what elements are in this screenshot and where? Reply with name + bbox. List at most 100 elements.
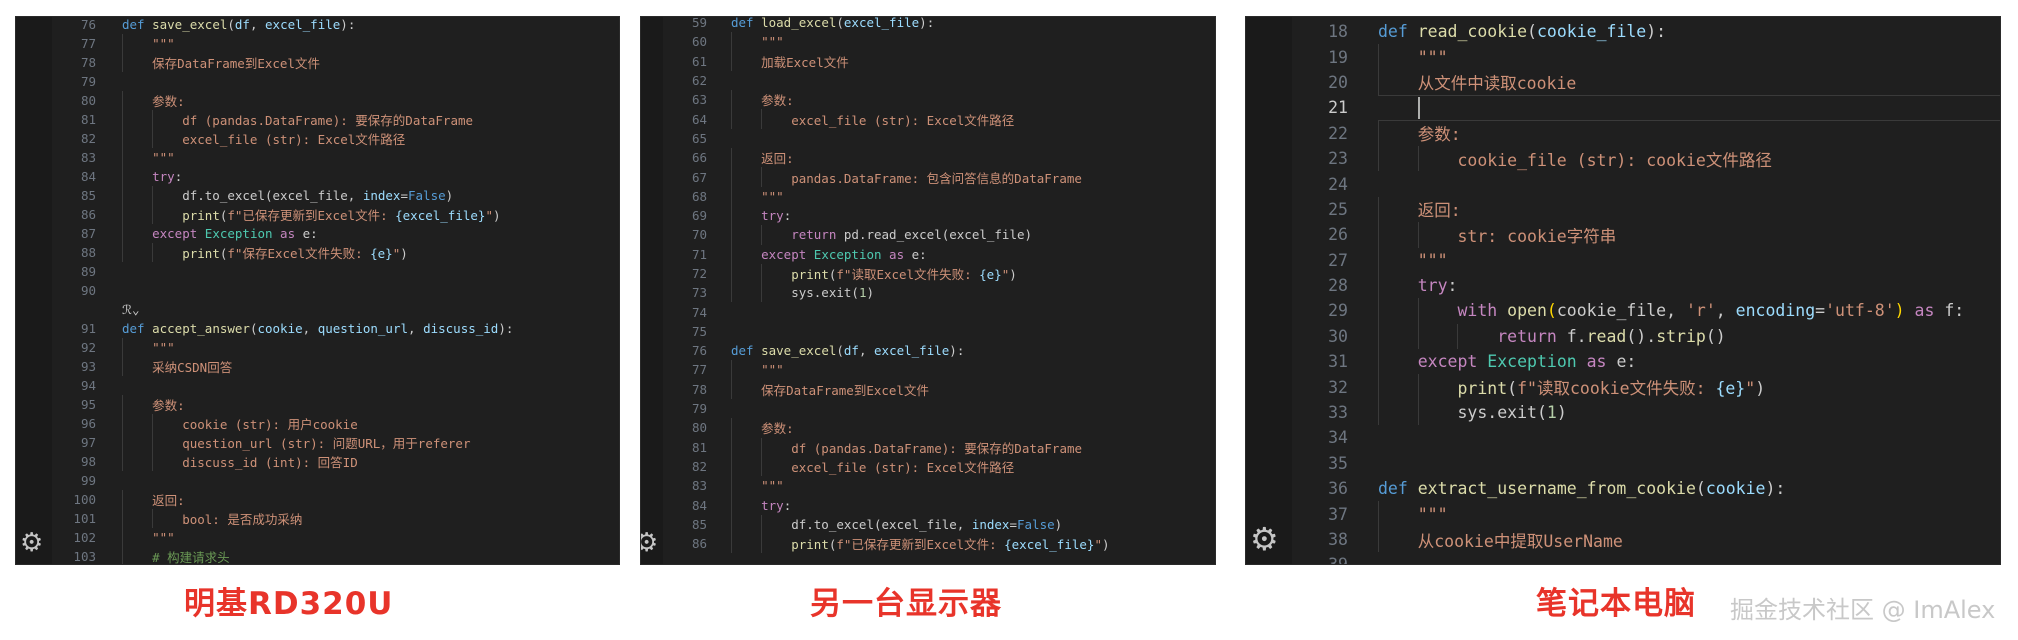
indent-guide: [152, 509, 153, 528]
code-line[interactable]: 70 return pd.read_excel(excel_file): [641, 225, 1215, 245]
code-line[interactable]: 102 """: [16, 528, 619, 547]
code-line[interactable]: 21: [1246, 95, 2000, 121]
code-token: df (pandas.DataFrame): 要保存的DataFrame: [122, 113, 474, 128]
line-number: 77: [691, 362, 707, 378]
code-line[interactable]: 77 """: [641, 360, 1215, 380]
line-number: 79: [80, 74, 96, 89]
code-line[interactable]: 98 discuss_id (int): 回答ID: [16, 452, 619, 471]
code-line[interactable]: 24: [1246, 171, 2000, 196]
code-line[interactable]: 97 question_url (str): 问题URL，用于referer: [16, 433, 619, 452]
code-line[interactable]: 64 excel_file (str): Excel文件路径: [641, 109, 1215, 129]
code-text: print(f"保存Excel文件失败: {e}"): [122, 243, 408, 262]
code-token: excel_file (str): Excel文件路径: [731, 112, 1015, 128]
code-line[interactable]: 82 excel_file (str): Excel文件路径: [16, 129, 619, 148]
code-line[interactable]: 96 cookie (str): 用户cookie: [16, 414, 619, 433]
code-line[interactable]: 72 print(f"读取Excel文件失败: {e}"): [641, 263, 1215, 284]
code-line[interactable]: 18 def read_cookie(cookie_file):: [1246, 19, 2000, 44]
gear-icon[interactable]: ⚙: [641, 528, 658, 558]
code-line[interactable]: 67 pandas.DataFrame: 包含问答信息的DataFrame: [641, 167, 1215, 187]
code-line[interactable]: 23 cookie_file (str): cookie文件路径: [1246, 145, 2000, 172]
code-line[interactable]: 66 返回:: [641, 148, 1215, 168]
code-line[interactable]: 31 except Exception as e:: [1246, 349, 2000, 375]
code-line[interactable]: 20 从文件中读取cookie: [1246, 69, 2000, 96]
code-token: ": [485, 208, 493, 223]
code-line[interactable]: 93 采纳CSDN回答: [16, 357, 619, 376]
code-line[interactable]: 33 sys.exit(1): [1246, 399, 2000, 426]
code-line[interactable]: 81 df (pandas.DataFrame): 要保存的DataFrame: [641, 437, 1215, 457]
code-line[interactable]: 63 参数:: [641, 90, 1215, 110]
code-line[interactable]: 73 sys.exit(1): [641, 283, 1215, 303]
code-line[interactable]: 74: [641, 302, 1215, 321]
line-number: 31: [1328, 352, 1348, 372]
code-line[interactable]: 91 def accept_answer(cookie, question_url…: [16, 319, 619, 338]
gear-icon[interactable]: ⚙: [1250, 520, 1279, 558]
code-line[interactable]: 83 """: [641, 476, 1215, 496]
code-line[interactable]: 26 str: cookie字符串: [1246, 222, 2000, 248]
code-line[interactable]: 80 参数:: [641, 418, 1215, 438]
line-number: 84: [691, 497, 707, 513]
code-line[interactable]: 77 """: [16, 34, 619, 53]
code-line[interactable]: 71 except Exception as e:: [641, 244, 1215, 264]
code-line[interactable]: 95 参数:: [16, 395, 619, 414]
code-line[interactable]: 82 excel_file (str): Excel文件路径: [641, 456, 1215, 477]
code-line[interactable]: 81 df (pandas.DataFrame): 要保存的DataFrame: [16, 110, 619, 129]
code-line[interactable]: 60 """: [641, 32, 1215, 52]
code-line[interactable]: 76 def save_excel(df, excel_file):: [16, 17, 619, 34]
code-line[interactable]: 37 """: [1246, 501, 2000, 527]
code-line[interactable]: 103 # 构建请求头: [16, 547, 619, 564]
line-number: 82: [80, 131, 96, 146]
code-line[interactable]: 68 """: [641, 186, 1215, 206]
code-line[interactable]: 84 try:: [641, 495, 1215, 515]
code-line[interactable]: 92 """: [16, 338, 619, 357]
line-number: 88: [80, 245, 96, 260]
code-line[interactable]: 19 """: [1246, 44, 2000, 70]
code-line[interactable]: 29 with open(cookie_file, 'r', encoding=…: [1246, 298, 2000, 324]
code-line[interactable]: 25 返回:: [1246, 196, 2000, 223]
code-line[interactable]: 85 df.to_excel(excel_file, index=False): [641, 514, 1215, 535]
code-line[interactable]: 79: [16, 72, 619, 91]
code-line[interactable]: 75: [641, 322, 1215, 341]
code-line[interactable]: 69 try:: [641, 205, 1215, 226]
code-line[interactable]: 32 print(f"读取cookie文件失败: {e}"): [1246, 374, 2000, 400]
code-line[interactable]: 89: [16, 262, 619, 281]
code-line[interactable]: 61 加载Excel文件: [641, 51, 1215, 71]
code-line[interactable]: 86 print(f"已保存更新到Excel文件: {excel_file}"): [641, 534, 1215, 554]
code-text: """: [122, 150, 175, 165]
code-line[interactable]: 35: [1246, 451, 2000, 476]
code-line[interactable]: 34: [1246, 425, 2000, 450]
code-line[interactable]: 36 def extract_username_from_cookie(cooki…: [1246, 476, 2000, 501]
code-line[interactable]: 62: [641, 71, 1215, 90]
code-line[interactable]: 30 return f.read().strip(): [1246, 323, 2000, 350]
code-line[interactable]: 94: [16, 376, 619, 395]
code-line[interactable]: 78 保存DataFrame到Excel文件: [641, 379, 1215, 399]
code-line[interactable]: 38 从cookie中提取UserName: [1246, 526, 2000, 553]
code-line[interactable]: 78 保存DataFrame到Excel文件: [16, 53, 619, 72]
code-line[interactable]: 80 参数:: [16, 91, 619, 110]
code-line[interactable]: 87 except Exception as e:: [16, 224, 619, 243]
code-line[interactable]: 101 bool: 是否成功采纳: [16, 509, 619, 528]
code-line[interactable]: 27 """: [1246, 247, 2000, 273]
indent-guide: [152, 433, 153, 452]
code-line[interactable]: 22 参数:: [1246, 120, 2000, 146]
code-line[interactable]: 83 """: [16, 148, 619, 167]
code-line[interactable]: 90: [16, 281, 619, 300]
code-line[interactable]: 84 try:: [16, 167, 619, 186]
code-line[interactable]: 79: [641, 399, 1215, 418]
code-line[interactable]: 100 返回:: [16, 490, 619, 509]
code-line[interactable]: 65: [641, 129, 1215, 148]
code-line[interactable]: 86 print(f"已保存更新到Excel文件: {excel_file}"): [16, 205, 619, 224]
code-token: save_excel: [761, 343, 837, 359]
code-token: ):: [340, 17, 356, 32]
code-line[interactable]: 39: [1246, 552, 2000, 564]
code-line[interactable]: 28 try:: [1246, 272, 2000, 299]
code-line[interactable]: 88 print(f"保存Excel文件失败: {e}"): [16, 243, 619, 262]
gear-icon[interactable]: ⚙: [20, 528, 43, 558]
code-line[interactable]: 59 def load_excel(excel_file):: [641, 17, 1215, 32]
code-line[interactable]: 85 df.to_excel(excel_file, index=False): [16, 186, 619, 205]
code-token: def: [122, 321, 153, 336]
codelens-row[interactable]: ℛ⌄: [16, 300, 619, 319]
indent-guide: [1378, 69, 1379, 96]
code-line[interactable]: 99: [16, 471, 619, 490]
code-token: str: cookie字符串: [1378, 226, 1617, 246]
code-line[interactable]: 76 def save_excel(df, excel_file):: [641, 341, 1215, 360]
